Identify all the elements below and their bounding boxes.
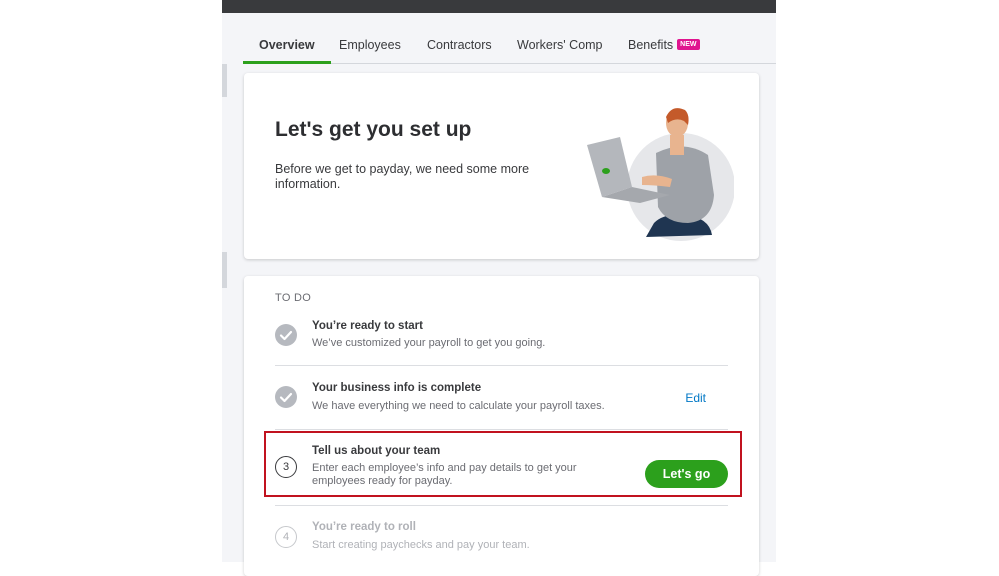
checkmark-icon	[275, 324, 297, 346]
divider	[275, 365, 728, 366]
page-title: Let's get you set up	[275, 118, 472, 141]
tab-employees[interactable]: Employees	[339, 26, 401, 63]
tab-label: Contractors	[427, 38, 492, 52]
todo-card: TO DO You’re ready to start We’ve custom…	[244, 276, 759, 576]
item-title: You’re ready to start	[312, 320, 423, 332]
edit-link[interactable]: Edit	[685, 391, 706, 405]
tab-overview[interactable]: Overview	[243, 26, 331, 64]
tab-label: Benefits	[628, 38, 674, 52]
tab-label: Employees	[339, 38, 401, 52]
tab-label: Overview	[259, 38, 315, 52]
tab-benefits[interactable]: Benefits NEW	[628, 26, 700, 63]
tab-contractors[interactable]: Contractors	[427, 26, 492, 63]
item-description: We’ve customized your payroll to get you…	[312, 337, 546, 349]
left-edge-marker	[222, 64, 227, 97]
setup-hero-card: Let's get you set up Before we get to pa…	[244, 73, 759, 259]
person-with-laptop-illustration	[587, 108, 734, 241]
hero-subtitle: Before we get to payday, we need some mo…	[275, 162, 530, 191]
divider	[275, 505, 728, 506]
todo-item-ready-to-roll: 4 You’re ready to roll Start creating pa…	[275, 521, 728, 557]
divider	[275, 429, 728, 430]
todo-item-business-info: Your business info is complete We have e…	[275, 382, 728, 418]
tab-label: Workers' Comp	[517, 38, 603, 52]
item-title: Your business info is complete	[312, 382, 482, 394]
todo-item-ready-to-start: You’re ready to start We’ve customized y…	[275, 320, 728, 356]
item-description: We have everything we need to calculate …	[312, 400, 605, 412]
top-bar	[222, 0, 776, 13]
todo-header: TO DO	[275, 292, 312, 304]
item-title: You’re ready to roll	[312, 521, 416, 533]
tab-workers-comp[interactable]: Workers' Comp	[517, 26, 603, 63]
step-number: 4	[275, 526, 297, 548]
left-edge-marker	[222, 252, 227, 288]
item-description: Start creating paychecks and pay your te…	[312, 539, 530, 551]
checkmark-icon	[275, 386, 297, 408]
highlight-box	[264, 431, 742, 497]
tab-bar: Overview Employees Contractors Workers' …	[243, 26, 776, 64]
new-badge: NEW	[677, 39, 700, 51]
